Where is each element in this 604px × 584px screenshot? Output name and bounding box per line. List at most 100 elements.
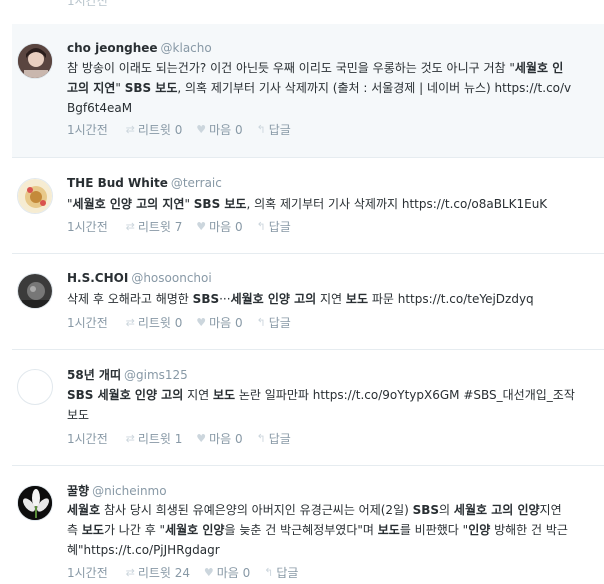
tweet-time[interactable]: 1시간전 [67, 315, 108, 331]
tweet-text-highlight: SBS [412, 503, 440, 517]
tweet-item[interactable]: THE Bud White @terraic "세월호 인양 고의 지연" SBS… [12, 158, 604, 254]
user-display-name[interactable]: H.S.CHOI [67, 271, 128, 285]
tweet-actions: 1시간전 ⇄ 리트윗 7 ♥ 마음 0 ↰ 답글 [67, 219, 291, 235]
tweet-text-highlight: 보도 [377, 523, 400, 537]
tweet-actions: 1시간전 ⇄ 리트윗 0 ♥ 마음 0 ↰ 답글 [67, 122, 291, 138]
tweet-text-segment[interactable]: , 의혹 제기부터 기사 삭제까지 (출처 : 서울경제 | 네이버 뉴스) h… [177, 81, 571, 95]
like-label[interactable]: 마음 [217, 565, 239, 581]
tweet-time[interactable]: 1시간전 [67, 122, 108, 138]
tweet-text-segment: 보도 [67, 408, 90, 422]
tweet-text-highlight: 보도 [345, 292, 369, 306]
tweet-text-highlight: 보도 [212, 388, 236, 402]
like-label[interactable]: 마음 [209, 431, 231, 447]
retweet-icon[interactable]: ⇄ [126, 565, 135, 581]
tweet-text-segment[interactable]: 논란 일파만파 https://t.co/9oYtypX6GM #SBS_대선개… [235, 388, 575, 402]
tweet-text-line: 세월호 참사 당시 희생된 유예은양의 아버지인 유경근씨는 어제(2일) SB… [67, 500, 604, 520]
tweet-text-highlight: 세월호 인양 [165, 523, 225, 537]
user-avatar-icon[interactable] [17, 178, 53, 214]
heart-icon[interactable]: ♥ [196, 219, 206, 235]
tweet-time[interactable]: 1시간전 [67, 565, 108, 581]
user-avatar-icon[interactable] [17, 485, 53, 521]
tweet-text: 삭제 후 오해라고 해명한 SBS···세월호 인양 고의 지연 보도 파문 h… [67, 289, 604, 309]
tweet-actions: 1시간전 ⇄ 리트윗 24 ♥ 마음 0 ↰ 답글 [67, 565, 298, 581]
tweet-text: 참 방송이 이래도 되는건가? 이건 아닌듯 우째 이리도 국민을 우롱하는 것… [67, 58, 604, 120]
reply-label[interactable]: 답글 [269, 431, 291, 447]
tweet-text-highlight: 인양 [468, 523, 491, 537]
tweet-text-highlight: SBS 세월호 인양 고의 [67, 388, 184, 402]
heart-icon[interactable]: ♥ [196, 122, 206, 138]
tweet-text-highlight: 세월호 인양 고의 지연 [72, 197, 185, 211]
retweet-count: 0 [174, 316, 183, 330]
user-avatar-icon[interactable] [17, 273, 53, 309]
retweet-icon[interactable]: ⇄ [126, 122, 135, 138]
retweet-icon[interactable]: ⇄ [126, 219, 135, 235]
retweet-label[interactable]: 리트윗 [138, 122, 171, 138]
tweet-text-highlight: SBS 보도 [124, 81, 178, 95]
retweet-label[interactable]: 리트윗 [138, 315, 171, 331]
user-display-name[interactable]: 58년 개띠 [67, 368, 121, 382]
tweet-item[interactable]: H.S.CHOI @hosoonchoi 삭제 후 오해라고 해명한 SBS···… [12, 254, 604, 350]
reply-icon[interactable]: ↰ [257, 219, 266, 235]
tweet-text-segment: 지연 [316, 292, 346, 306]
tweet-text-segment[interactable]: 파문 https://t.co/teYejDzdyq [368, 292, 534, 306]
tweet-text-segment: 지연 [539, 503, 562, 517]
user-handle[interactable]: @hosoonchoi [131, 271, 211, 285]
heart-icon[interactable]: ♥ [204, 565, 214, 581]
reply-icon[interactable]: ↰ [257, 122, 266, 138]
user-display-name[interactable]: 꿀향 [67, 484, 89, 498]
like-count: 0 [235, 220, 243, 234]
heart-icon[interactable]: ♥ [196, 431, 206, 447]
like-label[interactable]: 마음 [209, 122, 231, 138]
tweet-text-highlight: 세월호 인 [514, 61, 564, 75]
tweet-text-highlight: 세월호 고의 인양 [453, 503, 540, 517]
tweet-item[interactable]: cho jeonghee @klacho 참 방송이 이래도 되는건가? 이건 아… [12, 24, 604, 158]
user-display-name[interactable]: THE Bud White [67, 176, 168, 190]
tweet-text-segment[interactable]: 혜"https://t.co/PjJHRgdagr [67, 543, 220, 557]
like-count: 0 [235, 316, 243, 330]
retweet-icon[interactable]: ⇄ [126, 431, 135, 447]
user-handle[interactable]: @klacho [161, 41, 212, 55]
tweet-text-highlight: 고의 지연 [67, 81, 116, 95]
user-handle[interactable]: @terraic [171, 176, 222, 190]
retweet-count: 1 [174, 432, 183, 446]
tweet-text-segment[interactable]: , 의혹 제기부터 기사 삭제까지 https://t.co/o8aBLK1Eu… [246, 197, 547, 211]
like-label[interactable]: 마음 [209, 219, 231, 235]
tweet-text: 세월호 참사 당시 희생된 유예은양의 아버지인 유경근씨는 어제(2일) SB… [67, 500, 604, 560]
tweet-text-segment: " [184, 197, 194, 211]
reply-label[interactable]: 답글 [269, 122, 291, 138]
tweet-text-segment: " [115, 81, 125, 95]
user-display-name[interactable]: cho jeonghee [67, 41, 158, 55]
user-avatar-icon[interactable] [17, 369, 53, 405]
previous-tweet-actions: 1시간전 [67, 0, 108, 9]
reply-icon[interactable]: ↰ [257, 315, 266, 331]
user-handle[interactable]: @gims125 [124, 368, 188, 382]
tweet-time[interactable]: 1시간전 [67, 431, 108, 447]
retweet-label[interactable]: 리트윗 [138, 565, 171, 581]
tweet-text-segment: 가 나간 후 " [103, 523, 166, 537]
retweet-label[interactable]: 리트윗 [138, 219, 171, 235]
retweet-icon[interactable]: ⇄ [126, 315, 135, 331]
reply-icon[interactable]: ↰ [257, 431, 266, 447]
reply-label[interactable]: 답글 [269, 315, 291, 331]
tweet-time[interactable]: 1시간전 [67, 219, 108, 235]
tweet-actions: 1시간전 ⇄ 리트윗 1 ♥ 마음 0 ↰ 답글 [67, 431, 291, 447]
tweet-text: SBS 세월호 인양 고의 지연 보도 논란 일파만파 https://t.co… [67, 385, 604, 425]
reply-label[interactable]: 답글 [276, 565, 298, 581]
tweet-feed: 1시간전 cho jeonghee @klacho 참 방송이 이래도 되는건가?… [0, 0, 604, 584]
tweet-text-highlight: SBS [192, 292, 220, 306]
reply-label[interactable]: 답글 [269, 219, 291, 235]
tweet-text-segment: 를 비판했다 " [399, 523, 469, 537]
user-handle[interactable]: @nicheinmo [92, 484, 167, 498]
heart-icon[interactable]: ♥ [196, 315, 206, 331]
like-label[interactable]: 마음 [209, 315, 231, 331]
user-avatar-icon[interactable] [17, 43, 53, 79]
previous-tweet-time: 1시간전 [67, 0, 108, 8]
tweet-item[interactable]: 꿀향 @nicheinmo 세월호 참사 당시 희생된 유예은양의 아버지인 유경… [12, 466, 604, 584]
retweet-label[interactable]: 리트윗 [138, 431, 171, 447]
tweet-item[interactable]: 58년 개띠 @gims125 SBS 세월호 인양 고의 지연 보도 논란 일파… [12, 350, 604, 466]
reply-icon[interactable]: ↰ [264, 565, 273, 581]
tweet-text-segment: Bgf6t4eaM [67, 101, 133, 115]
tweet-text-segment: 의 [439, 503, 454, 517]
tweet-text-segment: 지연 [183, 388, 213, 402]
tweet-text-highlight: SBS 보도 [193, 197, 247, 211]
